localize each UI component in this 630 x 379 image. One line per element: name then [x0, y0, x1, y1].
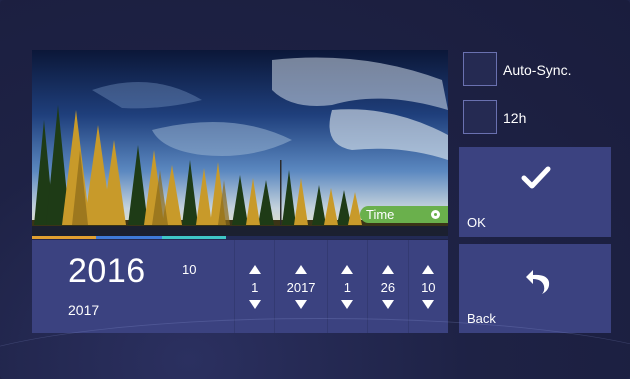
increment-arrow-icon[interactable] — [341, 264, 354, 274]
spinner-value: 1 — [251, 279, 259, 295]
back-button[interactable]: Back — [459, 244, 611, 333]
increment-arrow-icon[interactable] — [295, 264, 308, 274]
hour12-checkbox[interactable] — [463, 100, 497, 134]
settings-screen: Time 2016 10 2017 1 2017 1 26 10 Auto-Sy… — [0, 0, 630, 379]
auto-sync-checkbox[interactable] — [463, 52, 497, 86]
spinner-minute: 10 — [407, 240, 448, 333]
time-badge[interactable]: Time — [360, 206, 448, 223]
spinner-value: 26 — [380, 279, 396, 295]
progress-segment-teal — [162, 236, 226, 239]
ok-button[interactable]: OK — [459, 147, 611, 237]
back-label: Back — [467, 311, 496, 326]
spinner-month: 1 — [234, 240, 274, 333]
increment-arrow-icon[interactable] — [422, 264, 435, 274]
decrement-arrow-icon[interactable] — [248, 299, 261, 309]
increment-arrow-icon[interactable] — [248, 264, 261, 274]
decrement-arrow-icon[interactable] — [295, 299, 308, 309]
spinner-hour: 26 — [367, 240, 407, 333]
progress-segment-orange — [32, 236, 96, 239]
progress-segment-blue — [96, 236, 162, 239]
date-panel: 2016 10 2017 1 2017 1 26 10 — [32, 240, 448, 333]
spinner-year: 2017 — [274, 240, 326, 333]
decrement-arrow-icon[interactable] — [341, 299, 354, 309]
spinner-value: 1 — [343, 279, 352, 295]
time-badge-label: Time — [366, 207, 395, 222]
year-large: 2016 — [68, 252, 146, 290]
ok-label: OK — [467, 215, 486, 230]
checkmark-icon — [521, 166, 551, 189]
date-spinners: 1 2017 1 26 10 — [234, 240, 448, 333]
increment-arrow-icon[interactable] — [381, 264, 394, 274]
date-display: 2016 10 2017 — [32, 240, 234, 333]
hour12-label: 12h — [503, 110, 527, 126]
toggle-dot-icon — [431, 210, 440, 219]
decrement-arrow-icon[interactable] — [422, 299, 435, 309]
year-small: 2017 — [68, 302, 100, 318]
auto-sync-label: Auto-Sync. — [503, 62, 572, 78]
back-arrow-icon — [526, 270, 550, 294]
spinner-value: 2017 — [286, 279, 316, 295]
spinner-value: 10 — [421, 279, 436, 295]
month-large: 10 — [182, 262, 197, 277]
decrement-arrow-icon[interactable] — [381, 299, 394, 309]
spinner-day: 1 — [326, 240, 367, 333]
progress-bar — [32, 236, 448, 239]
